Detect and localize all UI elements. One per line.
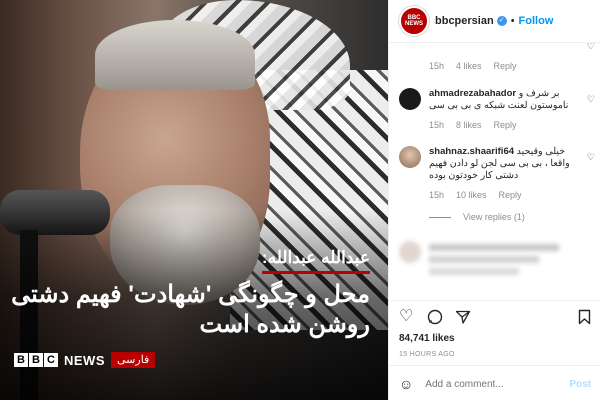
caption-speaker-name: عبدالله عبدالله: <box>261 248 370 274</box>
emoji-icon: ♥ <box>429 43 435 46</box>
comment-input[interactable] <box>423 377 570 391</box>
comment-time: 15h <box>429 190 445 200</box>
comment-text: ♥ <box>429 43 579 47</box>
bookmark-icon[interactable] <box>578 309 591 329</box>
comment-icon[interactable] <box>427 309 443 325</box>
bbc-logo-letter: C <box>44 353 58 367</box>
post-button[interactable]: Post <box>569 379 591 390</box>
caption-headline-line1: محل و چگونگی 'شهادت' فهیم دشتی <box>11 281 370 308</box>
add-comment-bar: ☺ Post <box>389 365 600 402</box>
comment-meta: 15h 10 likes Reply <box>429 190 579 200</box>
bbc-logo-language-tag: فارسی <box>111 352 156 368</box>
comment-username[interactable]: shahnaz.shaarifi64 <box>429 146 514 157</box>
comment-reply-button[interactable]: Reply <box>494 120 517 130</box>
heart-icon[interactable]: ♡ <box>399 309 415 325</box>
verified-badge-icon: ✓ <box>496 16 507 26</box>
comment-likes[interactable]: 8 likes <box>456 120 482 130</box>
comment-body <box>429 241 579 275</box>
bbc-logo-news: NEWS <box>64 352 105 368</box>
comment-time: 15h <box>429 120 445 130</box>
post-sidebar: BBC NEWS bbcpersian ✓ • Follow ♥ 15h 4 l… <box>388 0 600 400</box>
comment-reply-button[interactable]: Reply <box>499 190 522 200</box>
action-icons: ♡ <box>399 309 471 325</box>
replies-line <box>429 216 451 218</box>
share-icon[interactable] <box>455 309 471 325</box>
comment-text: shahnaz.shaarifi64 خیلی وقیحید واقعا ، ب… <box>429 146 579 182</box>
comment-username[interactable]: ahmadrezabahador <box>429 88 516 99</box>
view-replies-label[interactable]: View replies (1) <box>463 212 525 222</box>
bbc-news-persian-logo: B B C NEWS فارسی <box>14 352 156 368</box>
commenter-avatar <box>399 241 421 263</box>
account-username[interactable]: bbcpersian <box>435 15 494 27</box>
commenter-avatar[interactable] <box>399 146 421 168</box>
comment-body: ahmadrezabahador بر شرف و ناموستون لعنت … <box>429 88 579 130</box>
avatar-text: BBC NEWS <box>405 15 423 27</box>
blurred-text <box>429 268 519 275</box>
comment-likes[interactable]: 10 likes <box>456 190 487 200</box>
post-time: 15 HOURS AGO <box>399 351 455 358</box>
view-replies[interactable]: View replies (1) <box>429 212 579 222</box>
commenter-avatar[interactable] <box>399 88 421 110</box>
caption-headline-line2: روشن شده است <box>199 311 370 338</box>
comment-meta: 15h 4 likes Reply <box>429 61 579 71</box>
instagram-post-window: عبدالله عبدالله: محل و چگونگی 'شهادت' فه… <box>0 0 600 400</box>
account-avatar[interactable]: BBC NEWS <box>399 6 429 36</box>
comment-meta: 15h 8 likes Reply <box>429 120 579 130</box>
heart-icon[interactable]: ♡ <box>587 43 595 52</box>
header-separator: • <box>510 15 515 27</box>
comment-body: ♥ 15h 4 likes Reply <box>429 43 579 71</box>
bbc-logo-letter: B <box>14 353 28 367</box>
comment-likes[interactable]: 4 likes <box>456 61 482 71</box>
post-header: BBC NEWS bbcpersian ✓ • Follow <box>389 0 600 43</box>
likes-count[interactable]: 84,741 likes <box>399 333 455 344</box>
comment-text: ahmadrezabahador بر شرف و ناموستون لعنت … <box>429 88 579 112</box>
image-caption: عبدالله عبدالله: محل و چگونگی 'شهادت' فه… <box>10 248 370 340</box>
blurred-text <box>429 244 559 251</box>
post-image[interactable]: عبدالله عبدالله: محل و چگونگی 'شهادت' فه… <box>0 0 388 400</box>
follow-button[interactable]: Follow <box>519 15 554 27</box>
speaker-hair <box>95 20 255 90</box>
bbc-logo-letter: B <box>29 353 43 367</box>
comments-list[interactable]: ♥ 15h 4 likes Reply ♡ ahmadrezabahador ب… <box>389 43 600 300</box>
heart-icon[interactable]: ♡ <box>587 94 595 105</box>
comment-time: 15h <box>429 61 445 71</box>
blurred-text <box>429 256 539 263</box>
smiley-icon[interactable]: ☺ <box>399 376 413 392</box>
comment-reply-button[interactable]: Reply <box>494 61 517 71</box>
comment-body: shahnaz.shaarifi64 خیلی وقیحید واقعا ، ب… <box>429 146 579 222</box>
post-actions: ♡ 84,741 likes 15 HOURS AGO ☺ Post <box>389 300 600 401</box>
heart-icon[interactable]: ♡ <box>587 152 595 163</box>
